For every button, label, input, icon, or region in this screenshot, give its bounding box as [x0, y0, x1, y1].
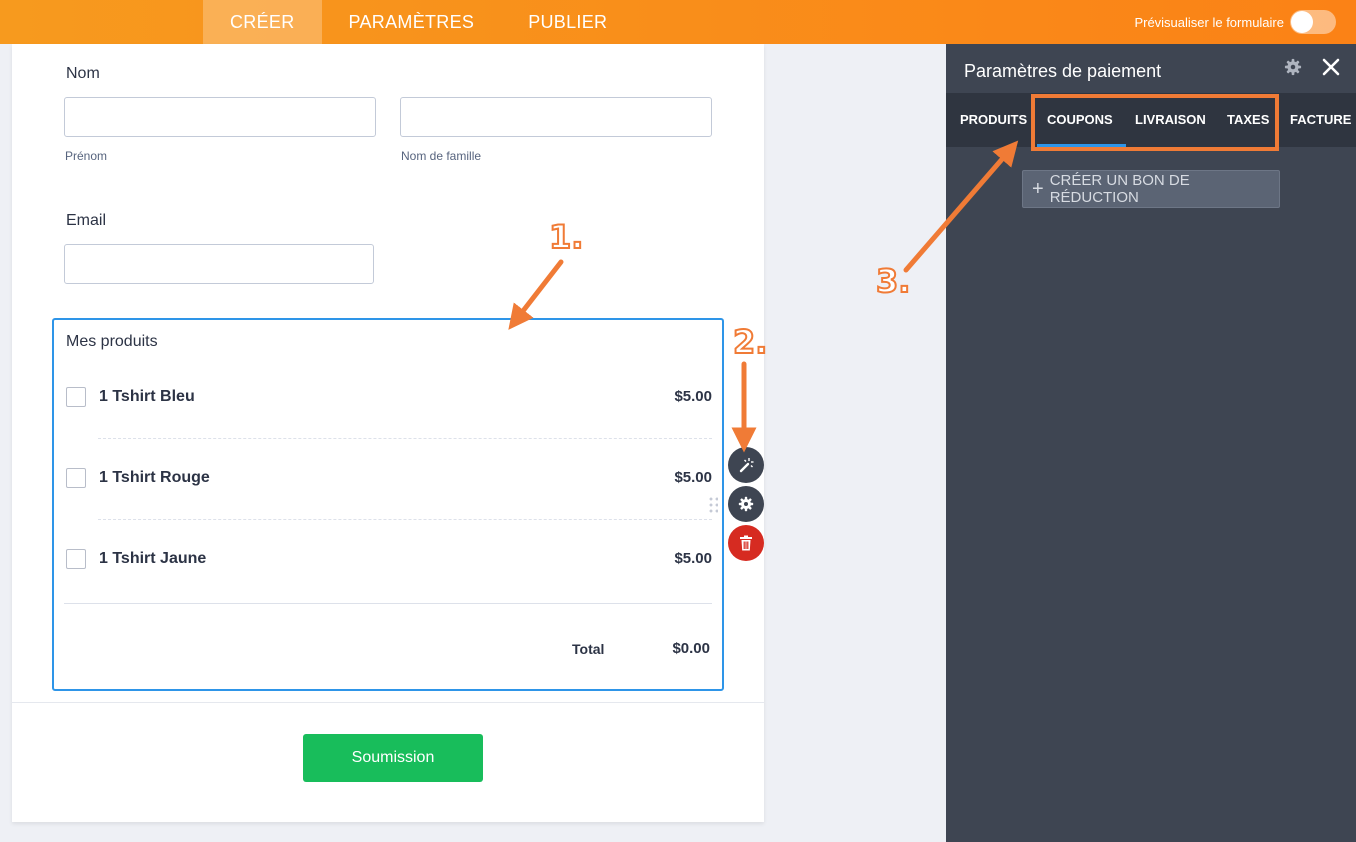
preview-form-toggle[interactable] — [1290, 10, 1336, 34]
row-divider — [98, 438, 712, 439]
gear-icon — [738, 496, 754, 512]
products-field[interactable]: Mes produits 1 Tshirt Bleu $5.00 1 Tshir… — [52, 318, 724, 691]
annotation-number-1: 1. — [548, 217, 584, 257]
product-checkbox[interactable] — [66, 549, 86, 569]
annotation-number-3: 3. — [875, 261, 911, 301]
submit-button[interactable]: Soumission — [303, 734, 483, 782]
product-price: $5.00 — [674, 388, 712, 405]
total-label: Total — [572, 641, 605, 657]
preview-form-control: Prévisualiser le formulaire — [1134, 0, 1336, 44]
payment-settings-panel: Paramètres de paiement PRODUITS COUPONS … — [946, 44, 1356, 842]
name-field-label: Nom — [66, 65, 100, 82]
product-row: 1 Tshirt Rouge $5.00 — [66, 463, 712, 493]
field-settings-button[interactable] — [728, 486, 764, 522]
product-price: $5.00 — [674, 550, 712, 567]
wand-button[interactable] — [728, 447, 764, 483]
product-row: 1 Tshirt Jaune $5.00 — [66, 544, 712, 574]
close-icon — [1322, 58, 1340, 76]
tab-produits[interactable]: PRODUITS — [960, 93, 1027, 147]
total-value: $0.00 — [672, 640, 710, 657]
product-price: $5.00 — [674, 469, 712, 486]
toggle-knob — [1291, 11, 1313, 33]
plus-icon: + — [1032, 177, 1044, 200]
trash-icon — [740, 535, 752, 551]
tab-parametres[interactable]: PARAMÈTRES — [322, 0, 502, 44]
tab-facture[interactable]: FACTURE — [1290, 93, 1351, 147]
product-name: 1 Tshirt Bleu — [99, 388, 195, 405]
product-checkbox[interactable] — [66, 387, 86, 407]
create-coupon-button[interactable]: + CRÉER UN BON DE RÉDUCTION — [1022, 170, 1280, 208]
builder-tabs: CRÉER PARAMÈTRES PUBLIER — [203, 0, 634, 44]
first-name-input[interactable] — [64, 97, 376, 137]
first-name-sublabel: Prénom — [65, 149, 108, 163]
tabs-highlight-box — [1031, 94, 1279, 151]
total-divider — [64, 603, 712, 604]
magic-wand-icon — [739, 458, 754, 473]
tab-creer[interactable]: CRÉER — [203, 0, 322, 44]
drag-handle[interactable] — [708, 496, 718, 514]
top-navigation-bar: CRÉER PARAMÈTRES PUBLIER Prévisualiser l… — [0, 0, 1356, 44]
panel-close-button[interactable] — [1320, 56, 1342, 83]
panel-settings-button[interactable] — [1284, 58, 1302, 81]
last-name-input[interactable] — [400, 97, 712, 137]
preview-form-label: Prévisualiser le formulaire — [1134, 14, 1284, 30]
last-name-sublabel: Nom de famille — [401, 149, 482, 163]
gear-icon — [1284, 58, 1302, 76]
form-canvas: Nom Prénom Nom de famille Email Mes prod… — [12, 44, 764, 822]
annotation-number-2: 2. — [732, 322, 768, 362]
panel-title: Paramètres de paiement — [964, 61, 1162, 81]
delete-field-button[interactable] — [728, 525, 764, 561]
product-name: 1 Tshirt Jaune — [99, 550, 207, 567]
create-coupon-label: CRÉER UN BON DE RÉDUCTION — [1049, 172, 1190, 206]
email-input[interactable] — [64, 244, 374, 284]
email-field-label: Email — [66, 212, 107, 229]
products-title: Mes produits — [66, 333, 158, 350]
product-checkbox[interactable] — [66, 468, 86, 488]
submit-section: Soumission — [12, 702, 764, 822]
product-name: 1 Tshirt Rouge — [99, 469, 210, 486]
product-row: 1 Tshirt Bleu $5.00 — [66, 382, 712, 412]
tab-publier[interactable]: PUBLIER — [501, 0, 634, 44]
row-divider — [98, 519, 712, 520]
